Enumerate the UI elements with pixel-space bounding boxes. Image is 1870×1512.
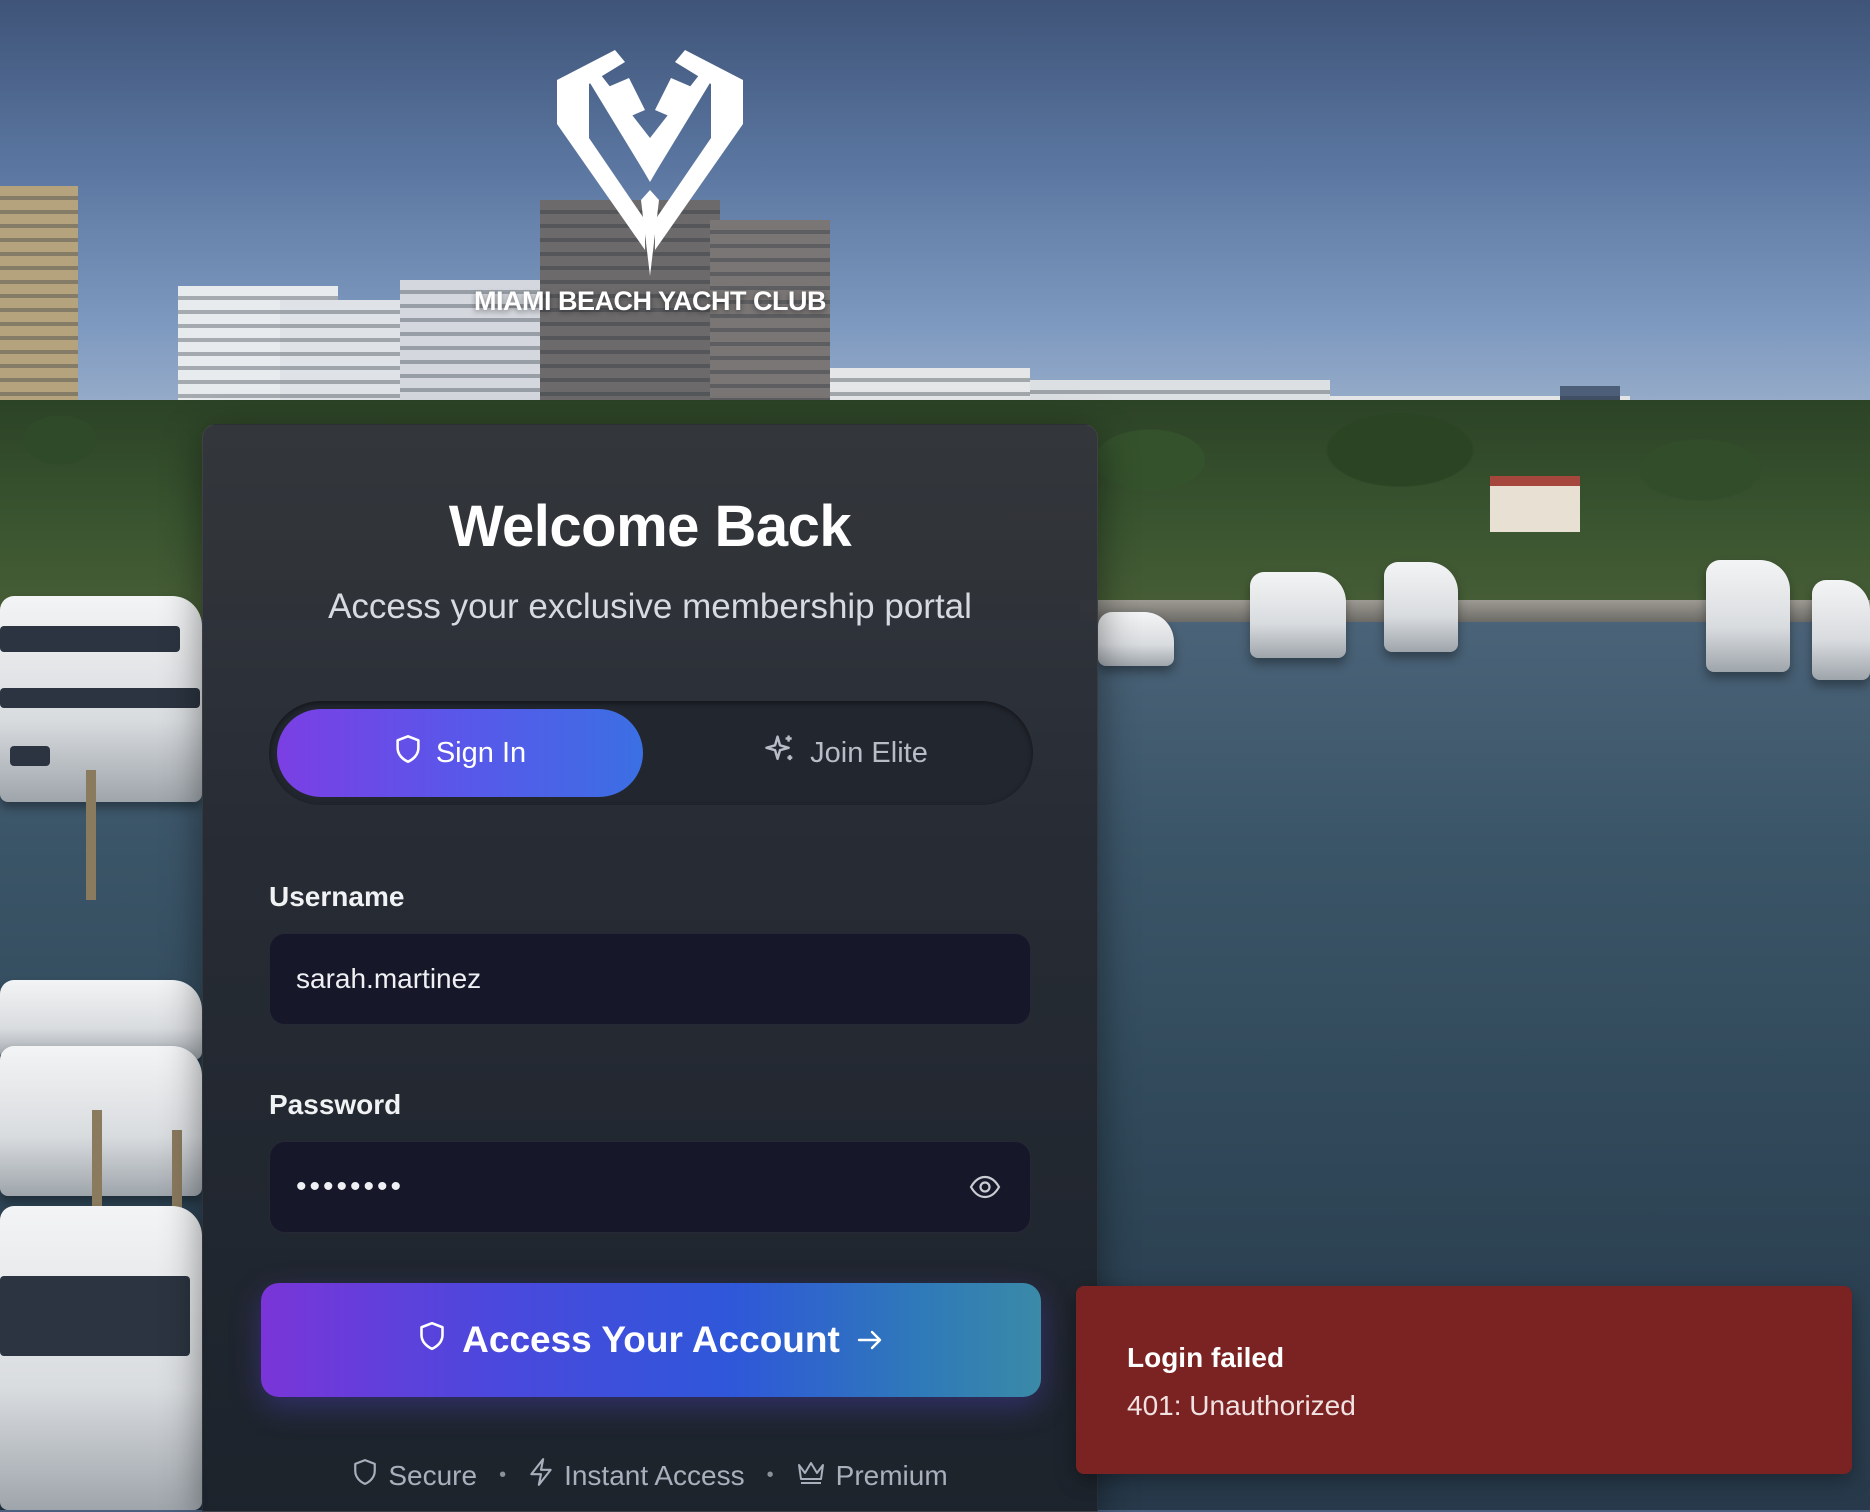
badge-secure: Secure: [352, 1457, 477, 1494]
brand-name: MIAMI BEACH YACHT CLUB: [473, 286, 827, 316]
submit-label: Access Your Account: [462, 1319, 840, 1360]
badge-separator: •: [499, 1464, 507, 1486]
eye-icon[interactable]: [968, 1170, 1002, 1204]
arrow-right-icon: [856, 1319, 884, 1361]
yacht: [1098, 612, 1174, 666]
toast-message: 401: Unauthorized: [1127, 1390, 1356, 1421]
brand-logo: MIAMI BEACH YACHT CLUB: [460, 50, 840, 320]
shield-icon: [418, 1319, 446, 1361]
badge-label: Instant Access: [564, 1459, 745, 1491]
username-input[interactable]: sarah.martinez: [269, 933, 1031, 1025]
page-title: Welcome Back: [448, 494, 852, 559]
tab-join-elite[interactable]: Join Elite: [667, 709, 1025, 797]
login-card: Welcome Back Access your exclusive membe…: [202, 424, 1098, 1512]
badge-label: Secure: [388, 1459, 478, 1491]
badge-label: Premium: [835, 1459, 948, 1491]
piling: [92, 1110, 102, 1220]
badge-premium: Premium: [796, 1459, 948, 1492]
tab-sign-in[interactable]: Sign In: [277, 709, 643, 797]
yacht: [1812, 580, 1870, 680]
trust-badges: Secure • Instant Access • Premium: [203, 1457, 1097, 1494]
sparkle-icon: [764, 733, 796, 773]
shield-icon: [394, 734, 422, 772]
yacht: [0, 596, 202, 802]
crown-icon: [796, 1459, 826, 1492]
villa: [1490, 476, 1580, 532]
username-value: sarah.martinez: [296, 963, 482, 994]
badge-separator: •: [766, 1464, 774, 1486]
auth-tabs: Sign In Join Elite: [269, 701, 1033, 805]
password-input[interactable]: ••••••••: [269, 1141, 1031, 1233]
password-label: Password: [269, 1089, 402, 1120]
tab-label: Sign In: [435, 736, 527, 769]
username-label: Username: [269, 881, 405, 912]
piling: [86, 770, 96, 900]
lightning-icon: [528, 1457, 554, 1494]
badge-instant-access: Instant Access: [528, 1457, 745, 1494]
yacht: [1250, 572, 1346, 658]
mb-monogram-logo-icon: [557, 50, 743, 276]
tab-label: Join Elite: [810, 736, 928, 769]
yacht: [1706, 560, 1790, 672]
password-value: ••••••••: [296, 1170, 405, 1203]
page-subtitle: Access your exclusive membership portal: [328, 587, 972, 626]
toast-title: Login failed: [1127, 1342, 1285, 1373]
yacht: [0, 1206, 202, 1510]
access-account-button[interactable]: Access Your Account: [261, 1283, 1041, 1397]
yacht: [1384, 562, 1458, 652]
shield-icon: [352, 1457, 378, 1494]
error-toast[interactable]: Login failed 401: Unauthorized: [1076, 1286, 1852, 1474]
building: [0, 186, 78, 436]
